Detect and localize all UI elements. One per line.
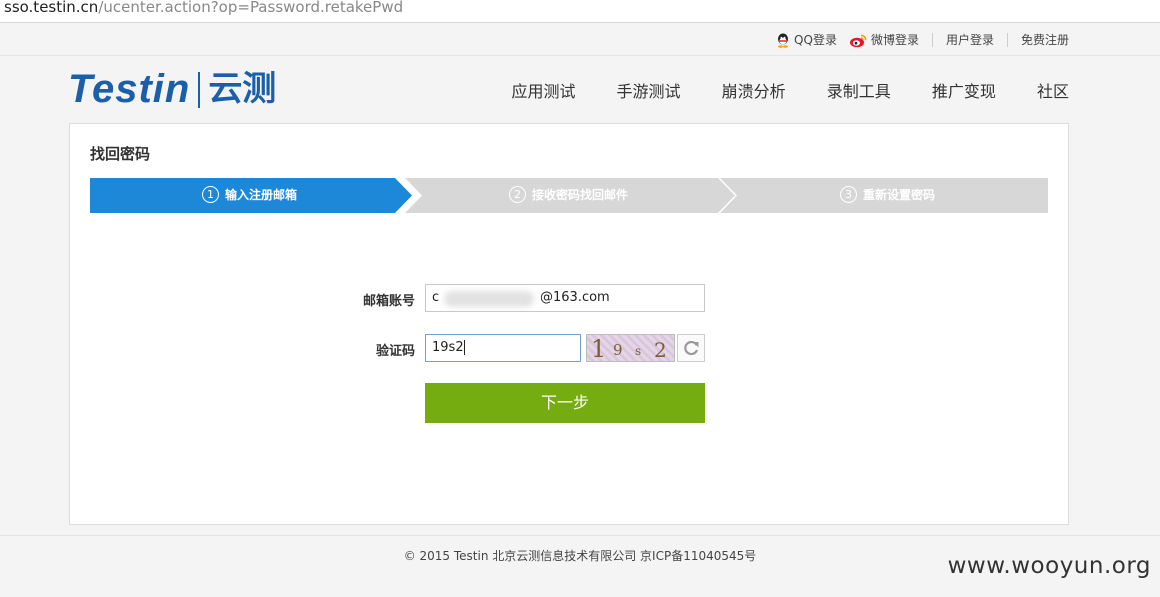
step-2-label: 接收密码找回邮件 <box>532 188 629 202</box>
weibo-icon <box>849 34 867 48</box>
captcha-image[interactable]: 1 9 s 2 <box>586 334 675 362</box>
weibo-login-link[interactable]: 微博登录 <box>849 31 919 48</box>
step-2-number: 2 <box>509 186 526 203</box>
refresh-icon <box>684 340 699 356</box>
logo-text-cn: 云测 <box>208 69 277 109</box>
top-utility-bar: QQ登录 微博登录 用户登录 免费注册 <box>0 23 1160 56</box>
captcha-input[interactable]: 19s2 <box>425 334 581 362</box>
next-step-button[interactable]: 下一步 <box>425 383 705 423</box>
main-nav: 应用测试 手游测试 崩溃分析 录制工具 推广变现 社区 <box>475 78 1069 102</box>
captcha-char: 9 <box>613 341 623 359</box>
captcha-char: s <box>635 344 642 358</box>
captcha-refresh-button[interactable] <box>677 334 705 362</box>
nav-item-crash-analysis[interactable]: 崩溃分析 <box>722 78 786 102</box>
step-1: 1 输入注册邮箱 <box>202 178 297 213</box>
divider <box>1006 32 1008 47</box>
browser-url-bar[interactable]: sso.testin.cn/ucenter.action?op=Password… <box>0 0 1160 23</box>
nav-item-app-testing[interactable]: 应用测试 <box>511 78 575 102</box>
email-redaction <box>444 291 534 307</box>
top-links: QQ登录 微博登录 用户登录 免费注册 <box>776 31 1069 48</box>
captcha-label: 验证码 <box>375 344 415 359</box>
step-3-label: 重新设置密码 <box>863 188 936 202</box>
url-path: /ucenter.action?op=Password.retakePwd <box>98 0 404 16</box>
step-3: 3 重新设置密码 <box>840 178 935 213</box>
step-1-number: 1 <box>202 186 219 203</box>
nav-item-community[interactable]: 社区 <box>1037 78 1069 102</box>
footer-divider <box>0 535 1160 536</box>
divider <box>931 32 933 47</box>
user-login-link[interactable]: 用户登录 <box>946 31 994 48</box>
captcha-char: 1 <box>591 335 607 362</box>
retrieve-password-panel: 找回密码 1 输入注册邮箱 2 接收密码找回邮件 3 重新设置密码 邮箱账号 c @1… <box>69 123 1069 525</box>
qq-login-link[interactable]: QQ登录 <box>776 31 837 48</box>
nav-item-game-testing[interactable]: 手游测试 <box>617 78 681 102</box>
address-text[interactable]: sso.testin.cn/ucenter.action?op=Password… <box>4 0 403 16</box>
step-3-number: 3 <box>840 186 857 203</box>
free-register-link[interactable]: 免费注册 <box>1021 31 1069 48</box>
logo-text-en: Testin <box>68 67 191 111</box>
panel-title: 找回密码 <box>90 145 151 163</box>
email-field[interactable]: c @163.com <box>425 284 705 312</box>
nav-item-recording-tool[interactable]: 录制工具 <box>827 78 891 102</box>
weibo-login-label: 微博登录 <box>870 33 919 47</box>
captcha-char: 2 <box>654 338 667 362</box>
email-value-start: c <box>432 290 440 305</box>
watermark: www.wooyun.org <box>947 553 1151 579</box>
captcha-input-value: 19s2 <box>432 340 464 355</box>
url-host: sso.testin.cn <box>4 0 99 16</box>
step-progress-bar: 1 输入注册邮箱 2 接收密码找回邮件 3 重新设置密码 <box>90 178 1048 213</box>
nav-item-monetize[interactable]: 推广变现 <box>932 78 996 102</box>
email-value-end: @163.com <box>540 290 610 305</box>
step-1-label: 输入注册邮箱 <box>225 188 298 202</box>
qq-login-label: QQ登录 <box>794 33 837 47</box>
step-2: 2 接收密码找回邮件 <box>509 178 628 213</box>
site-logo[interactable]: Testin 云测 <box>68 68 276 110</box>
qq-icon <box>778 33 789 48</box>
text-cursor <box>463 340 465 355</box>
logo-divider <box>198 72 201 108</box>
email-label: 邮箱账号 <box>362 294 415 309</box>
